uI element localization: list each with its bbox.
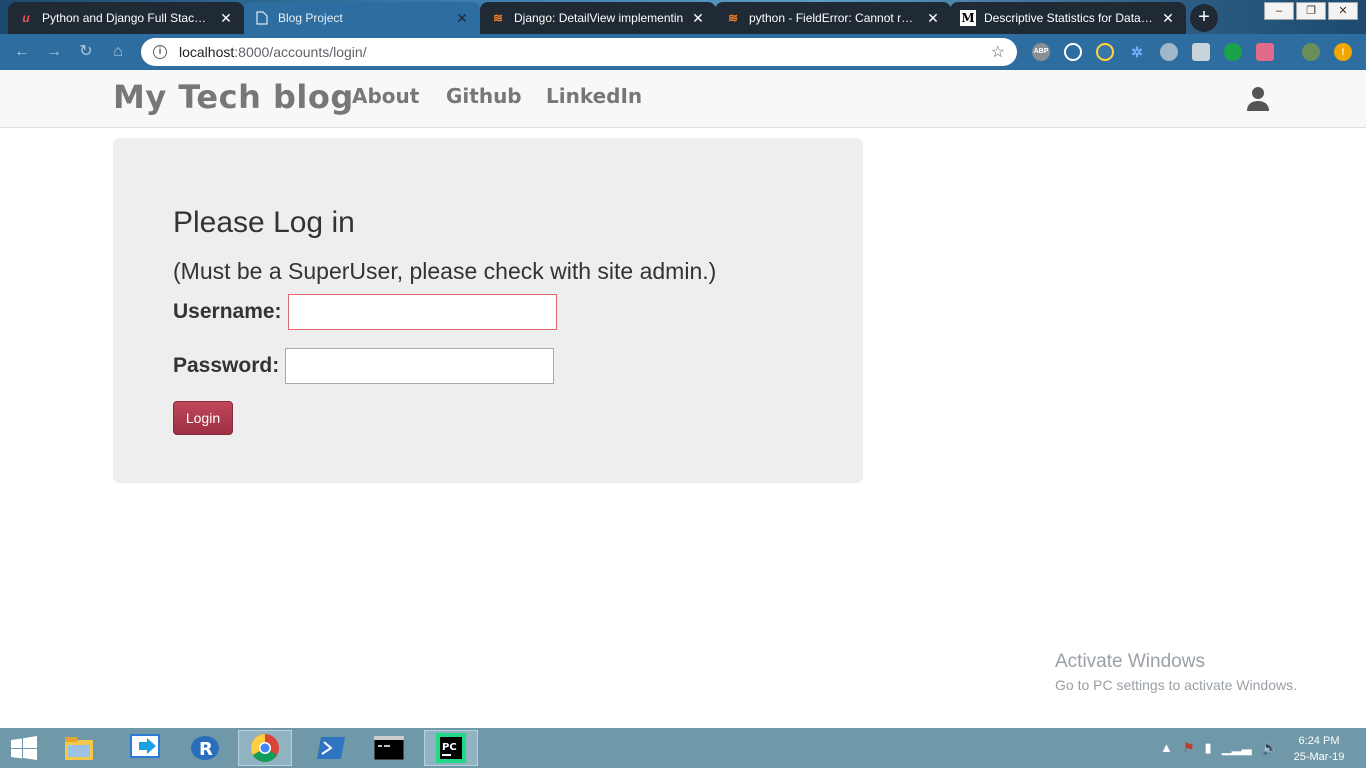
- info-icon[interactable]: i: [153, 45, 167, 59]
- password-input[interactable]: [285, 348, 555, 384]
- watermark-title: Activate Windows: [1055, 651, 1205, 672]
- close-icon[interactable]: ✕: [218, 10, 234, 27]
- medium-icon: M: [960, 10, 976, 26]
- tab-title: Python and Django Full Stack W: [42, 11, 212, 25]
- browser-tab-strip: u Python and Django Full Stack W ✕ Blog …: [0, 0, 1366, 34]
- powershell-icon[interactable]: [304, 730, 358, 766]
- password-row: Password:: [173, 348, 555, 384]
- chrome-icon[interactable]: [238, 730, 292, 766]
- avatar[interactable]: [1302, 43, 1320, 61]
- taskbar-clock[interactable]: 6:24 PM 25-Mar-19: [1286, 733, 1352, 765]
- tab-title: Descriptive Statistics for Data Sc: [984, 11, 1154, 25]
- username-label: Username:: [173, 300, 282, 323]
- login-button[interactable]: Login: [173, 401, 233, 435]
- tab-stackoverflow-fielderror[interactable]: ≋ python - FieldError: Cannot reso ✕: [715, 2, 951, 34]
- page-title: Please Log in: [173, 206, 355, 239]
- windows-start-icon[interactable]: [10, 736, 38, 760]
- tab-udemy[interactable]: u Python and Django Full Stack W ✕: [8, 2, 244, 34]
- close-icon[interactable]: ✕: [690, 10, 706, 27]
- stackoverflow-icon: ≋: [492, 11, 504, 25]
- close-icon[interactable]: ✕: [1160, 10, 1176, 27]
- tab-title: Blog Project: [278, 11, 343, 25]
- browser-toolbar: ← → ↻ ⌂ i localhost:8000/accounts/login/…: [0, 34, 1366, 70]
- svg-text:R: R: [199, 739, 213, 760]
- chevron-up-icon[interactable]: ▲: [1160, 740, 1173, 756]
- new-tab-button[interactable]: +: [1190, 4, 1218, 32]
- username-input[interactable]: [287, 294, 557, 330]
- system-tray: ▲ ⚑ ▮ ▁▂▃ 🔈: [1160, 740, 1278, 756]
- stackoverflow-icon: ≋: [727, 11, 739, 25]
- nav-link-about[interactable]: About: [352, 84, 419, 108]
- forward-button[interactable]: →: [44, 42, 64, 62]
- tab-medium[interactable]: M Descriptive Statistics for Data Sc ✕: [950, 2, 1186, 34]
- password-label: Password:: [173, 354, 280, 377]
- remote-desktop-icon[interactable]: [118, 730, 172, 766]
- minimize-button[interactable]: –: [1264, 2, 1294, 20]
- reload-button[interactable]: ↻: [76, 42, 96, 62]
- signal-icon[interactable]: ▁▂▃: [1222, 740, 1252, 756]
- url-path: :8000/accounts/login/: [234, 44, 367, 60]
- maximize-button[interactable]: ❐: [1296, 2, 1326, 20]
- puzzle-icon[interactable]: ✲: [1128, 43, 1146, 61]
- window-controls: – ❐ ✕: [1264, 2, 1358, 20]
- r-language-icon[interactable]: R: [178, 730, 232, 766]
- volume-icon[interactable]: 🔈: [1262, 740, 1278, 756]
- command-prompt-icon[interactable]: [362, 730, 416, 766]
- bookmark-star-icon[interactable]: ☆: [991, 42, 1005, 62]
- udemy-icon: u: [22, 11, 30, 25]
- tab-stackoverflow-detailview[interactable]: ≋ Django: DetailView implementin ✕: [480, 2, 716, 34]
- url-host: localhost: [179, 44, 235, 60]
- address-bar[interactable]: i localhost:8000/accounts/login/ ☆: [141, 38, 1017, 66]
- svg-text:PC: PC: [442, 742, 457, 753]
- page-icon: [254, 10, 270, 26]
- user-icon[interactable]: [1246, 86, 1270, 112]
- globe-icon[interactable]: [1160, 43, 1178, 61]
- login-panel: Please Log in (Must be a SuperUser, plea…: [113, 138, 863, 483]
- tab-title: python - FieldError: Cannot reso: [749, 11, 919, 25]
- site-navbar: My Tech blog About Github LinkedIn: [0, 70, 1366, 128]
- speed-icon[interactable]: [1064, 43, 1082, 61]
- back-button[interactable]: ←: [12, 42, 32, 62]
- bulb-icon[interactable]: [1192, 43, 1210, 61]
- clock-date: 25-Mar-19: [1293, 751, 1345, 763]
- brand-link[interactable]: My Tech blog: [113, 78, 354, 116]
- video-icon[interactable]: [1256, 43, 1274, 61]
- nav-link-github[interactable]: Github: [446, 84, 522, 108]
- battery-icon[interactable]: ▮: [1205, 740, 1212, 756]
- close-icon[interactable]: ✕: [454, 10, 470, 27]
- close-window-button[interactable]: ✕: [1328, 2, 1358, 20]
- home-button[interactable]: ⌂: [108, 42, 128, 62]
- alert-icon[interactable]: !: [1334, 43, 1352, 61]
- login-subheading: (Must be a SuperUser, please check with …: [173, 258, 717, 284]
- adblock-icon[interactable]: ABP: [1032, 43, 1050, 61]
- clock-time: 6:24 PM: [1298, 735, 1340, 747]
- tab-blog-project[interactable]: Blog Project ✕: [244, 2, 480, 34]
- file-explorer-icon[interactable]: [52, 730, 106, 766]
- action-center-icon[interactable]: ⚑: [1183, 740, 1195, 756]
- pycharm-icon[interactable]: PC: [424, 730, 478, 766]
- watermark-subtitle: Go to PC settings to activate Windows.: [1055, 677, 1297, 693]
- python-icon[interactable]: [1096, 43, 1114, 61]
- activation-watermark: Activate Windows Go to PC settings to ac…: [1055, 651, 1297, 693]
- nav-link-linkedin[interactable]: LinkedIn: [546, 84, 642, 108]
- tab-title: Django: DetailView implementin: [514, 11, 684, 25]
- username-row: Username:: [173, 294, 557, 330]
- windows-taskbar: R PC ▲ ⚑ ▮ ▁▂▃ 🔈 6:24 PM 25-Mar-19: [0, 728, 1366, 768]
- close-icon[interactable]: ✕: [925, 10, 941, 27]
- leaf-icon[interactable]: [1224, 43, 1242, 61]
